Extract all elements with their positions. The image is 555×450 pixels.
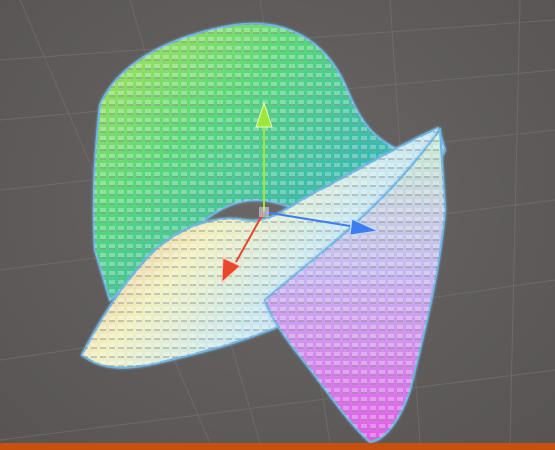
gizmo-center-handle[interactable] xyxy=(259,207,269,217)
scene-canvas[interactable] xyxy=(0,0,555,443)
status-strip xyxy=(0,443,555,450)
scene-view[interactable] xyxy=(0,0,555,443)
